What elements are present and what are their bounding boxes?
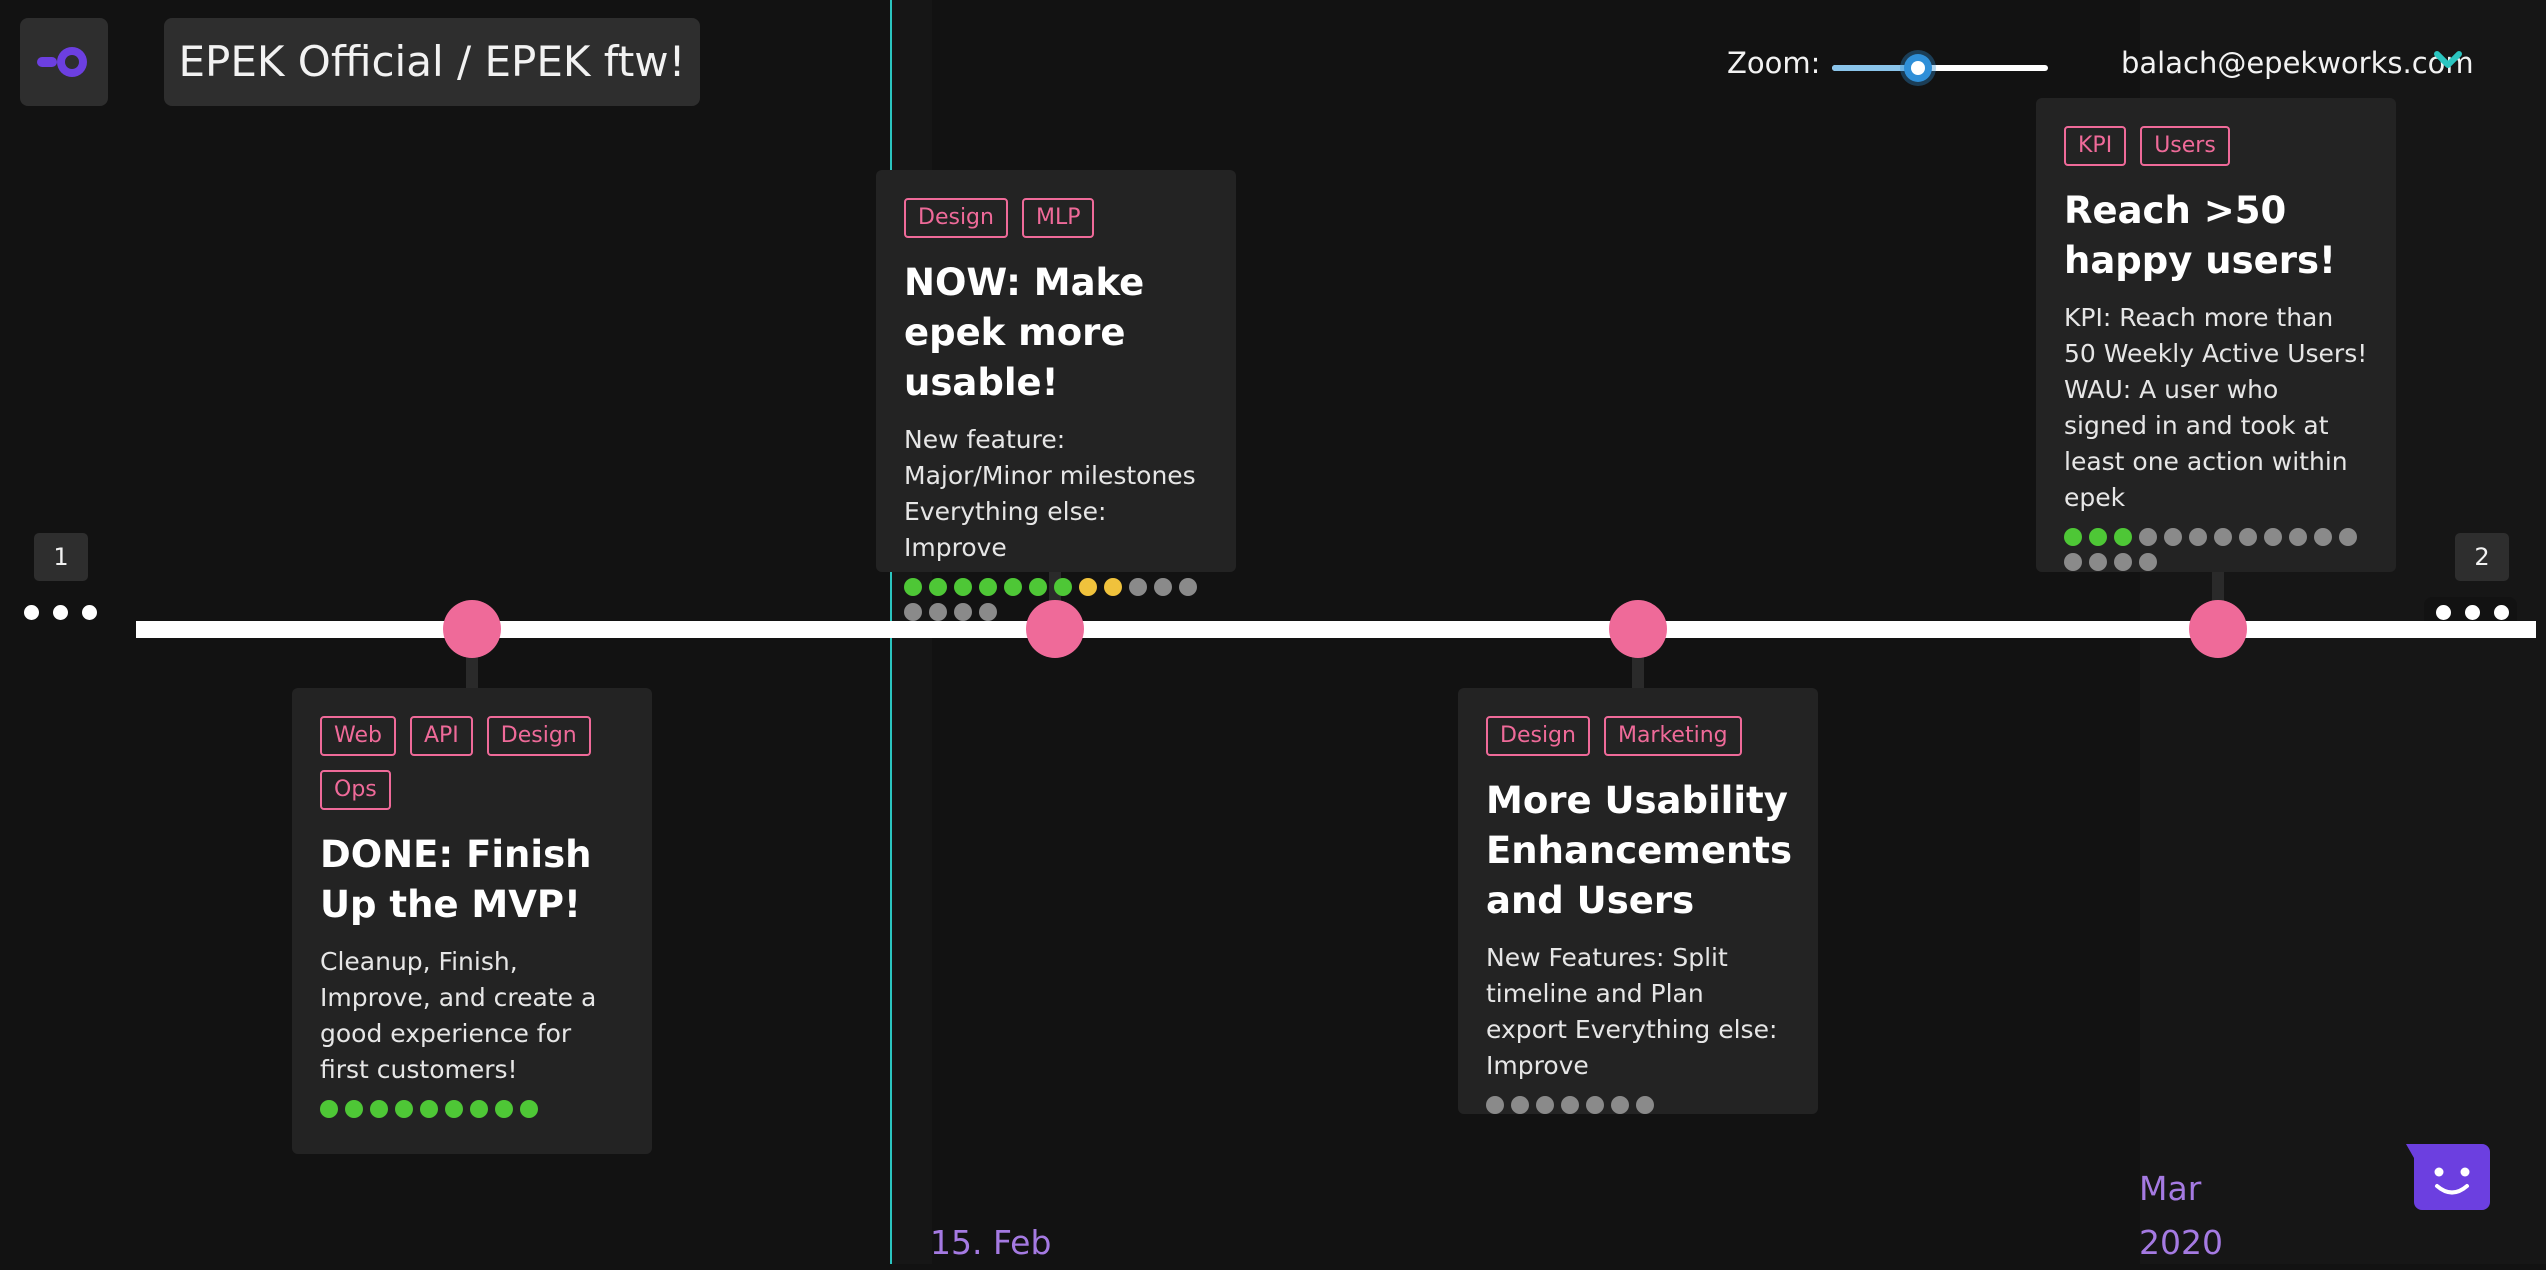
task-status-dot [1154,578,1172,596]
task-status-dot [470,1100,488,1118]
milestone-tags: Design Marketing [1486,716,1790,756]
task-status-dot [1561,1096,1579,1114]
task-status-dot [2064,553,2082,571]
task-status-dot [1636,1096,1654,1114]
task-status-dot [420,1100,438,1118]
milestone-marker[interactable] [1609,600,1667,658]
milestone-tag[interactable]: Ops [320,770,391,810]
task-status-dot [1029,578,1047,596]
task-status-dot [2189,528,2207,546]
task-status-dot [929,603,947,621]
task-status-dot [1611,1096,1629,1114]
milestone-tag[interactable]: Web [320,716,396,756]
prev-page-badge[interactable]: 1 [34,533,88,581]
milestone-title: DONE: Finish Up the MVP! [320,833,592,926]
milestone-title: Reach >50 happy users! [2064,189,2336,282]
task-status-dot [2114,528,2132,546]
milestone-tag[interactable]: API [409,716,473,756]
task-status-dot [520,1100,538,1118]
milestone-description: New Features: Split timeline and Plan ex… [1486,943,1778,1080]
task-status-dots [904,578,1204,621]
task-status-dot [1486,1096,1504,1114]
task-status-dot [395,1100,413,1118]
chat-support-icon[interactable] [2406,1144,2490,1210]
app-logo-button[interactable] [20,18,108,106]
zoom-slider-thumb[interactable] [1904,54,1933,82]
epek-logo-icon [37,47,87,77]
milestone-description: New feature: Major/Minor milestones Ever… [904,425,1196,562]
milestone-description: Cleanup, Finish, Improve, and create a g… [320,947,597,1084]
milestone-tag[interactable]: Marketing [1603,716,1742,756]
task-status-dot [2139,528,2157,546]
milestone-tags: Web API Design Ops [320,716,624,810]
task-status-dots [1486,1096,1786,1114]
task-status-dot [495,1100,513,1118]
chevron-down-icon[interactable] [2434,50,2462,72]
date-label-mar-year: 2020 [2139,1223,2223,1262]
task-status-dot [1536,1096,1554,1114]
task-status-dot [1511,1096,1529,1114]
task-status-dot [1179,578,1197,596]
task-status-dot [1129,578,1147,596]
task-status-dot [979,578,997,596]
milestone-tag[interactable]: Design [904,198,1008,238]
task-status-dot [370,1100,388,1118]
milestone-marker[interactable] [443,600,501,658]
milestone-tag[interactable]: KPI [2064,126,2127,166]
task-status-dots [2064,528,2364,571]
user-menu[interactable]: balach@epekworks.com [2121,46,2474,80]
milestone-title: NOW: Make epek more usable! [904,261,1145,404]
milestone-tags: Design MLP [904,198,1208,238]
task-status-dot [954,578,972,596]
milestone-tag[interactable]: Design [1486,716,1590,756]
task-status-dot [1586,1096,1604,1114]
milestone-marker[interactable] [2189,600,2247,658]
milestone-title: More Usability Enhancements and Users [1486,779,1792,922]
task-status-dot [929,578,947,596]
task-status-dot [445,1100,463,1118]
task-status-dot [345,1100,363,1118]
date-label-mar-month: Mar [2139,1169,2202,1208]
next-page-badge[interactable]: 2 [2455,533,2509,581]
task-status-dot [2264,528,2282,546]
task-status-dot [2139,553,2157,571]
task-status-dot [1104,578,1122,596]
milestone-tag[interactable]: MLP [1021,198,1095,238]
task-status-dot [2114,553,2132,571]
task-status-dot [2089,553,2107,571]
task-status-dot [954,603,972,621]
milestone-card[interactable]: Web API Design Ops DONE: Finish Up the M… [292,688,652,1154]
task-status-dot [2339,528,2357,546]
milestone-card[interactable]: Design Marketing More Usability Enhancem… [1458,688,1818,1114]
task-status-dots [320,1100,620,1118]
task-status-dot [2214,528,2232,546]
milestone-tag[interactable]: Design [486,716,591,756]
task-status-dot [979,603,997,621]
milestone-card[interactable]: KPI Users Reach >50 happy users! KPI: Re… [2036,98,2396,572]
milestone-description: KPI: Reach more than 50 Weekly Active Us… [2064,303,2368,512]
task-status-dot [2314,528,2332,546]
more-earlier-milestones-button[interactable] [24,605,97,620]
task-status-dot [2064,528,2082,546]
zoom-label: Zoom: [1727,46,1821,80]
milestone-tag[interactable]: Users [2140,126,2230,166]
task-status-dot [2089,528,2107,546]
task-status-dot [904,578,922,596]
zoom-slider[interactable] [1832,54,2048,82]
task-status-dot [1004,578,1022,596]
task-status-dot [2239,528,2257,546]
task-status-dot [2289,528,2307,546]
task-status-dot [2164,528,2182,546]
milestone-tags: KPI Users [2064,126,2368,166]
task-status-dot [904,603,922,621]
milestone-card[interactable]: Design MLP NOW: Make epek more usable! N… [876,170,1236,621]
task-status-dot [1079,578,1097,596]
task-status-dot [320,1100,338,1118]
task-status-dot [1054,578,1072,596]
date-label-feb: 15. Feb [930,1223,1052,1262]
breadcrumb[interactable]: EPEK Official / EPEK ftw! [164,18,700,106]
